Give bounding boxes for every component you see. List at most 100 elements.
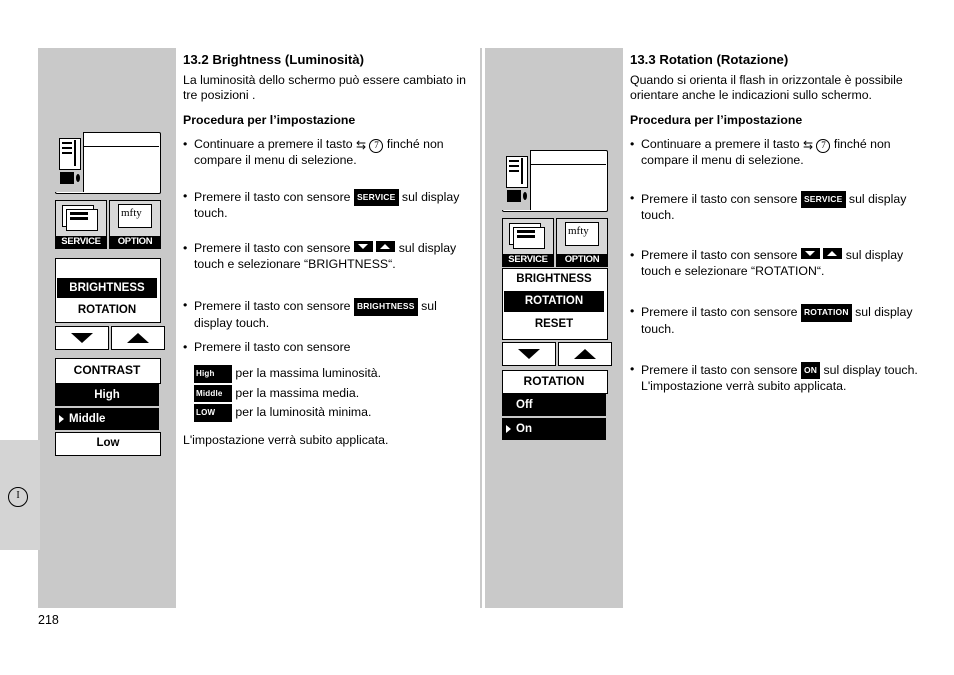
menu-list-1: BRIGHTNESS ROTATION	[55, 258, 165, 350]
service-key-label-1: SERVICE	[56, 236, 106, 248]
section-13-3-heading: 13.3 Rotation (Rotazione)	[630, 52, 789, 67]
callout-7-icon-2-1: 7	[816, 139, 831, 154]
menu-up-arrow-1[interactable]	[111, 326, 165, 350]
option-low-text: per la luminosità minima.	[235, 405, 372, 420]
section-13-2-heading: 13.2 Brightness (Luminosità)	[183, 52, 364, 67]
step-1-5-pre: Premere il tasto con sensore	[194, 340, 351, 355]
option-high-key: High	[194, 365, 232, 383]
rotation-item-on-label-2: On	[516, 423, 532, 435]
contrast-item-low-1[interactable]: Low	[55, 432, 161, 456]
step-2-5-post: sul display touch.	[820, 363, 918, 378]
callout-7-icon-1-1: 7	[369, 139, 384, 154]
brightness-key-inline-1: BRIGHTNESS	[353, 298, 418, 316]
menu-item-rotation-label-2: ROTATION	[524, 295, 584, 307]
rotation-panel-title-2: ROTATION	[523, 374, 585, 388]
page-number: 218	[38, 613, 59, 627]
step-2-3: Premere il tasto con sensore sul display…	[630, 248, 920, 279]
menu-item-reset-label-2: RESET	[534, 318, 574, 330]
service-key-1[interactable]: SERVICE	[55, 200, 107, 249]
section-13-3-intro: Quando si orienta il flash in orizzontal…	[630, 73, 903, 103]
option-middle-text: per la massima media.	[235, 385, 360, 400]
option-key-2[interactable]: mfty OPTION	[556, 218, 608, 267]
menu-item-brightness-2[interactable]: BRIGHTNESS	[504, 269, 604, 290]
arrow-up-icon-1-3	[376, 241, 396, 253]
arrow-down-icon-2-3	[800, 248, 820, 260]
step-1-3: Premere il tasto con sensore sul display…	[183, 241, 468, 272]
section-13-3-footer: L'impostazione verrà subito applicata.	[641, 379, 847, 394]
arrow-up-icon-2-3	[823, 248, 843, 260]
touch-keys-illustration-2: SERVICE mfty OPTION	[502, 218, 608, 267]
rotation-key-inline-2: ROTATION	[800, 304, 852, 322]
rotation-item-off-label-2: Off	[516, 399, 533, 411]
step-2-4: Premere il tasto con sensore ROTATION su…	[630, 304, 920, 337]
step-2-5-pre: Premere il tasto con sensore	[641, 363, 801, 378]
menu-list-2: BRIGHTNESS ROTATION RESET	[502, 268, 612, 366]
service-key-inline-2: SERVICE	[800, 190, 846, 209]
language-badge: I	[8, 487, 28, 507]
menu-item-brightness-label-2: BRIGHTNESS	[516, 273, 592, 285]
menu-down-arrow-1[interactable]	[55, 326, 109, 350]
menu-down-arrow-2[interactable]	[502, 342, 556, 366]
menu-item-rotation-1[interactable]: ROTATION	[57, 300, 157, 320]
swap-icon-2-1: ⇆	[803, 138, 814, 153]
flash-display-illustration-1	[55, 132, 161, 194]
rotation-item-on-2[interactable]: On	[502, 418, 606, 440]
step-1-1-pre: Continuare a premere il tasto	[194, 137, 356, 152]
step-2-2: Premere il tasto con sensore SERVICE sul…	[630, 190, 920, 224]
selection-marker-1	[59, 415, 64, 423]
step-1-2: Premere il tasto con sensore SERVICE sul…	[183, 188, 468, 222]
contrast-item-high-1[interactable]: High	[55, 384, 159, 406]
step-1-4: Premere il tasto con sensore BRIGHTNESS …	[183, 298, 468, 331]
menu-item-rotation-2[interactable]: ROTATION	[504, 291, 604, 312]
service-key-2[interactable]: SERVICE	[502, 218, 554, 267]
section-13-3-procedure-title: Procedura per l’impostazione	[630, 112, 803, 127]
on-key-inline-2: ON	[800, 362, 821, 380]
option-high: High per la massima luminosità.	[194, 365, 468, 383]
step-1-5: Premere il tasto con sensore	[183, 340, 468, 356]
section-13-3: 13.3 Rotation (Rotazione) Quando si orie…	[630, 52, 920, 395]
contrast-item-low-label-1: Low	[96, 437, 120, 449]
menu-item-brightness-1[interactable]: BRIGHTNESS	[57, 278, 157, 298]
step-1-1: Continuare a premere il tasto ⇆ 7 finché…	[183, 137, 468, 168]
step-2-1: Continuare a premere il tasto ⇆ 7 finché…	[630, 137, 920, 168]
section-13-2-footer: L'impostazione verrà subito applicata.	[183, 432, 389, 447]
service-key-label-2: SERVICE	[503, 254, 553, 266]
section-13-2-intro: La luminosità dello schermo può essere c…	[183, 73, 466, 103]
service-key-inline-1: SERVICE	[353, 188, 399, 207]
step-2-2-pre: Premere il tasto con sensore	[641, 191, 801, 206]
option-middle-key: Middle	[194, 384, 232, 403]
option-high-text: per la massima luminosità.	[235, 366, 381, 381]
menu-item-rotation-label-1: ROTATION	[77, 304, 137, 316]
menu-up-arrow-2[interactable]	[558, 342, 612, 366]
contrast-item-middle-1[interactable]: Middle	[55, 408, 159, 430]
flash-display-illustration-2	[502, 150, 608, 212]
swap-icon-1-1: ⇆	[356, 138, 367, 153]
option-key-top-text-2: mfty	[568, 225, 589, 237]
option-middle: Middle per la massima media.	[194, 384, 468, 403]
selection-marker-2	[506, 425, 511, 433]
option-key-label-1: OPTION	[110, 236, 160, 248]
contrast-panel-title-1: CONTRAST	[73, 363, 141, 377]
brightness-options-list: High per la massima luminosità. Middle p…	[194, 365, 468, 422]
step-2-4-pre: Premere il tasto con sensore	[641, 305, 801, 320]
column-divider	[480, 48, 482, 608]
option-key-label-2: OPTION	[557, 254, 607, 266]
step-2-3-pre: Premere il tasto con sensore	[641, 248, 801, 263]
contrast-item-middle-label-1: Middle	[69, 413, 106, 425]
option-low: LOW per la luminosità minima.	[194, 404, 468, 422]
menu-item-brightness-label-1: BRIGHTNESS	[69, 282, 145, 294]
step-2-1-pre: Continuare a premere il tasto	[641, 137, 803, 152]
manual-page: I SERVICE mfty OPTION BRIGHTNESS ROTATIO…	[0, 0, 954, 675]
touch-keys-illustration-1: SERVICE mfty OPTION	[55, 200, 161, 249]
rotation-item-off-2[interactable]: Off	[502, 394, 606, 416]
step-1-2-pre: Premere il tasto con sensore	[194, 189, 354, 204]
arrow-down-icon-1-3	[353, 241, 373, 253]
option-key-top-text-1: mfty	[121, 207, 142, 219]
section-13-2-procedure-title: Procedura per l’impostazione	[183, 112, 356, 127]
option-key-1[interactable]: mfty OPTION	[109, 200, 161, 249]
rotation-panel-2: ROTATION Off On	[502, 370, 608, 440]
contrast-panel-1: CONTRAST High Middle Low	[55, 358, 161, 456]
section-13-2: 13.2 Brightness (Luminosità) La luminosi…	[183, 52, 468, 448]
step-1-4-pre: Premere il tasto con sensore	[194, 299, 354, 314]
menu-item-reset-2[interactable]: RESET	[504, 314, 604, 335]
